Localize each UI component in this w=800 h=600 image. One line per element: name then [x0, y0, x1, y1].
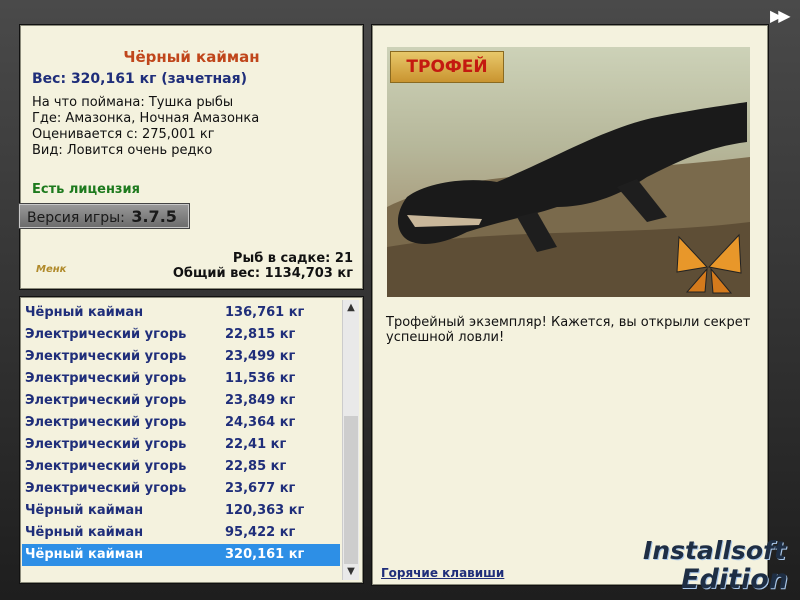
caiman-illustration — [387, 102, 750, 297]
catch-name: Чёрный кайман — [25, 547, 144, 562]
version-badge: Версия игры: 3.7.5 — [18, 203, 190, 229]
catch-name: Чёрный кайман — [25, 525, 144, 540]
trophy-description: Трофейный экземпляр! Кажется, вы открыли… — [386, 315, 751, 345]
fish-count: Рыб в садке: 21 — [232, 251, 353, 266]
trophy-panel: ТРОФЕЙ Трофейный экземпляр! Кажется, вы … — [371, 24, 769, 586]
catch-weight: 95,422 кг — [225, 525, 296, 540]
catch-row[interactable]: Электрический угорь 24,364 кг — [22, 412, 340, 434]
catch-row[interactable]: Чёрный кайман 120,363 кг — [22, 500, 340, 522]
catch-row[interactable]: Электрический угорь 23,849 кг — [22, 390, 340, 412]
fish-rarity: Вид: Ловится очень редко — [32, 143, 213, 158]
version-value: 3.7.5 — [131, 207, 177, 226]
catch-name: Электрический угорь — [25, 327, 187, 342]
fish-location: Где: Амазонка, Ночная Амазонка — [32, 111, 260, 126]
catch-weight: 22,815 кг — [225, 327, 296, 342]
catch-name: Электрический угорь — [25, 371, 187, 386]
catch-weight: 22,85 кг — [225, 459, 287, 474]
trophy-badge: ТРОФЕЙ — [390, 51, 504, 83]
catch-weight: 11,536 кг — [225, 371, 296, 386]
catch-row[interactable]: Электрический угорь 22,41 кг — [22, 434, 340, 456]
fish-info-panel: Чёрный кайман Вес: 320,161 кг (зачетная)… — [18, 24, 364, 290]
catch-name: Электрический угорь — [25, 415, 187, 430]
catch-row[interactable]: Чёрный кайман 95,422 кг — [22, 522, 340, 544]
catch-name: Электрический угорь — [25, 393, 187, 408]
catch-row[interactable]: Электрический угорь 22,815 кг — [22, 324, 340, 346]
catch-list: Чёрный кайман 136,761 кг Электрический уго… — [22, 302, 340, 566]
catch-name: Электрический угорь — [25, 437, 187, 452]
catch-row[interactable]: Электрический угорь 23,677 кг — [22, 478, 340, 500]
catch-name: Чёрный кайман — [25, 503, 144, 518]
total-weight: Общий вес: 1134,703 кг — [172, 266, 353, 281]
catch-row[interactable]: Электрический угорь 22,85 кг — [22, 456, 340, 478]
catch-list-panel: Чёрный кайман 136,761 кг Электрический уго… — [19, 296, 364, 584]
license-status: Есть лицензия — [32, 182, 140, 197]
catch-weight: 120,363 кг — [225, 503, 305, 518]
fish-bait: На что поймана: Тушка рыбы — [32, 95, 234, 110]
catch-row[interactable]: Чёрный кайман 320,161 кг — [22, 544, 340, 566]
catch-name: Электрический угорь — [25, 481, 187, 496]
fish-rated-from: Оценивается с: 275,001 кг — [32, 127, 215, 142]
catch-name: Электрический угорь — [25, 459, 187, 474]
catch-row[interactable]: Электрический угорь 11,536 кг — [22, 368, 340, 390]
brand-line1: Installsoft — [643, 536, 786, 565]
catch-weight: 136,761 кг — [225, 305, 305, 320]
version-label: Версия игры: — [27, 210, 125, 226]
catch-weight: 23,499 кг — [225, 349, 296, 364]
catch-weight: 22,41 кг — [225, 437, 287, 452]
chevron-up-icon[interactable]: ▲ — [343, 300, 359, 316]
installsoft-logo: Installsoft Edition — [637, 530, 797, 600]
fish-weight: Вес: 320,161 кг (зачетная) — [32, 71, 247, 87]
caiman-photo: ТРОФЕЙ — [387, 47, 750, 297]
catch-name: Чёрный кайман — [25, 305, 144, 320]
catch-row[interactable]: Электрический угорь 23,499 кг — [22, 346, 340, 368]
list-scrollbar[interactable]: ▲ ▼ — [342, 300, 359, 580]
catch-weight: 24,364 кг — [225, 415, 296, 430]
brand-line2: Edition — [681, 564, 788, 595]
catch-name: Электрический угорь — [25, 349, 187, 364]
fast-forward-icon[interactable]: ▶▶ — [770, 6, 791, 25]
catch-weight: 23,677 кг — [225, 481, 296, 496]
fish-name: Чёрный кайман — [123, 48, 260, 66]
catch-weight: 320,161 кг — [225, 547, 305, 562]
catch-row[interactable]: Чёрный кайман 136,761 кг — [22, 302, 340, 324]
hotkeys-link[interactable]: Горячие клавиши — [381, 566, 504, 580]
catch-weight: 23,849 кг — [225, 393, 296, 408]
scrollbar-thumb[interactable] — [344, 416, 358, 564]
chevron-down-icon[interactable]: ▼ — [343, 564, 359, 580]
small-logo: Менк — [36, 264, 67, 275]
